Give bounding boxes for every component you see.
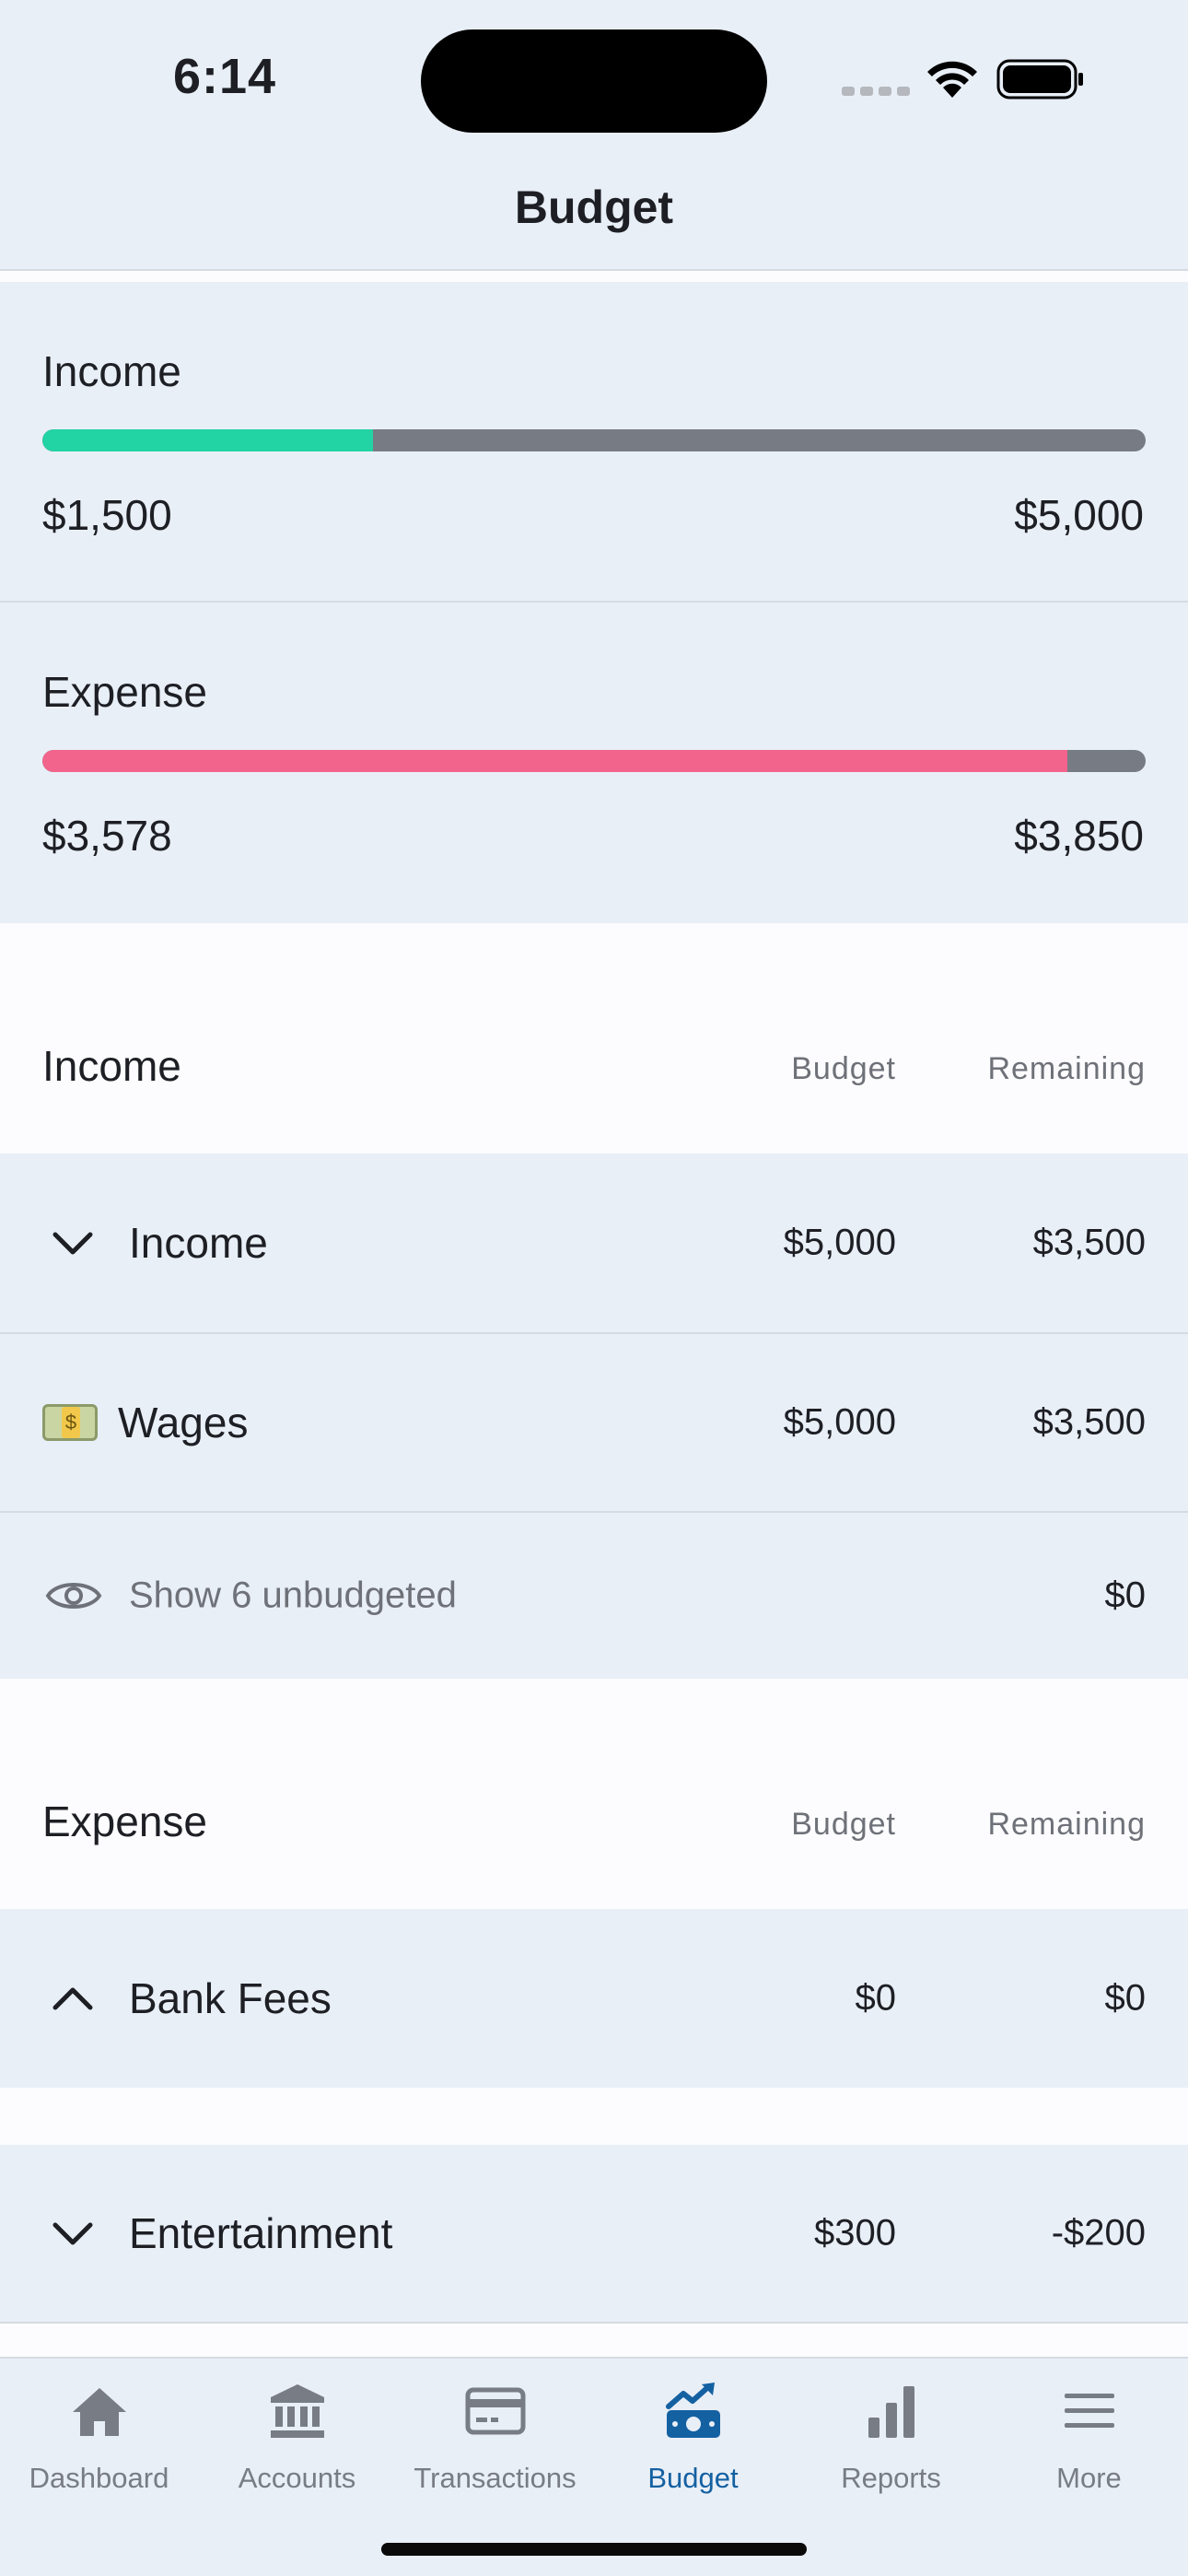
expense-progress-fill	[42, 750, 1067, 772]
entertainment-label: Entertainment	[129, 2209, 393, 2257]
income-group-label: Income	[129, 1219, 268, 1267]
chevron-down-icon[interactable]	[52, 1229, 94, 1257]
expense-section-header: Expense Budget Remaining	[0, 1679, 1188, 1909]
budget-column-header: Budget	[791, 1807, 896, 1842]
show-unbudgeted-row[interactable]: Show 6 unbudgeted $0	[0, 1513, 1188, 1679]
remaining-column-header: Remaining	[987, 1807, 1146, 1842]
status-time: 6:14	[173, 49, 277, 104]
credit-card-icon	[465, 2387, 526, 2435]
top-bar: 6:14 Budget	[0, 0, 1188, 271]
tab-label: Accounts	[238, 2462, 356, 2494]
expense-target: $3,850	[1014, 812, 1144, 860]
budget-column-header: Budget	[791, 1051, 896, 1086]
income-current: $1,500	[42, 491, 172, 539]
money-bill-icon	[42, 1404, 98, 1441]
entertainment-remaining: -$200	[1051, 2212, 1146, 2254]
expense-summary-label: Expense	[42, 668, 208, 716]
tab-dashboard[interactable]: Dashboard	[0, 2359, 198, 2506]
bank-fees-budget: $0	[855, 1977, 897, 2019]
tab-label: Transactions	[413, 2462, 577, 2494]
expense-summary[interactable]: Expense $3,578 $3,850	[0, 603, 1188, 923]
eye-icon	[45, 1583, 102, 1609]
bar-chart-icon	[868, 2386, 914, 2438]
income-group-remaining: $3,500	[1032, 1222, 1146, 1263]
money-chart-icon	[666, 2383, 720, 2438]
expense-current: $3,578	[42, 812, 172, 860]
battery-icon	[996, 59, 1083, 100]
expense-progress-bar	[42, 750, 1146, 772]
bank-icon	[271, 2384, 324, 2438]
tab-reports[interactable]: Reports	[792, 2359, 990, 2506]
income-target: $5,000	[1014, 491, 1144, 539]
wages-label: Wages	[118, 1399, 249, 1446]
tab-more[interactable]: More	[990, 2359, 1188, 2506]
budget-screen: 6:14 Budget Income $1,500 $5,000 Expense	[0, 0, 1188, 2576]
wages-budget: $5,000	[783, 1401, 896, 1443]
tab-label: More	[1056, 2462, 1122, 2494]
wifi-icon	[927, 61, 977, 98]
bank-fees-group-row[interactable]: Bank Fees $0 $0	[0, 1909, 1188, 2088]
home-indicator	[381, 2543, 807, 2556]
income-progress-fill	[42, 429, 374, 451]
entertainment-group-row[interactable]: Entertainment $300 -$200	[0, 2145, 1188, 2324]
bank-fees-label: Bank Fees	[129, 1974, 332, 2022]
tab-label: Reports	[841, 2462, 941, 2494]
tab-transactions[interactable]: Transactions	[396, 2359, 594, 2506]
dynamic-island	[421, 29, 767, 133]
income-group-row[interactable]: Income $5,000 $3,500	[0, 1153, 1188, 1334]
unbudgeted-value: $0	[1104, 1575, 1147, 1616]
bank-fees-remaining: $0	[1104, 1977, 1147, 2019]
expense-section-title: Expense	[42, 1797, 208, 1845]
tab-accounts[interactable]: Accounts	[198, 2359, 396, 2506]
budget-summary: Income $1,500 $5,000 Expense $3,578 $3,8…	[0, 282, 1188, 923]
income-section-header: Income Budget Remaining	[0, 923, 1188, 1153]
menu-icon	[1065, 2394, 1114, 2428]
income-summary-label: Income	[42, 347, 181, 395]
entertainment-budget: $300	[814, 2212, 896, 2254]
wages-row[interactable]: Wages $5,000 $3,500	[0, 1334, 1188, 1513]
income-summary[interactable]: Income $1,500 $5,000	[0, 282, 1188, 603]
page-title: Budget	[514, 181, 674, 233]
tab-label: Budget	[647, 2462, 739, 2494]
chevron-down-icon[interactable]	[52, 2219, 94, 2247]
income-progress-bar	[42, 429, 1146, 451]
income-section-title: Income	[42, 1042, 181, 1090]
wages-remaining: $3,500	[1032, 1401, 1146, 1443]
chevron-up-icon[interactable]	[52, 1985, 94, 2012]
income-group-budget: $5,000	[783, 1222, 896, 1263]
remaining-column-header: Remaining	[987, 1051, 1146, 1086]
tab-budget[interactable]: Budget	[594, 2359, 792, 2506]
home-icon	[73, 2388, 126, 2436]
cellular-signal-icon	[842, 87, 910, 96]
show-unbudgeted-label: Show 6 unbudgeted	[129, 1575, 457, 1616]
tab-label: Dashboard	[29, 2462, 169, 2494]
